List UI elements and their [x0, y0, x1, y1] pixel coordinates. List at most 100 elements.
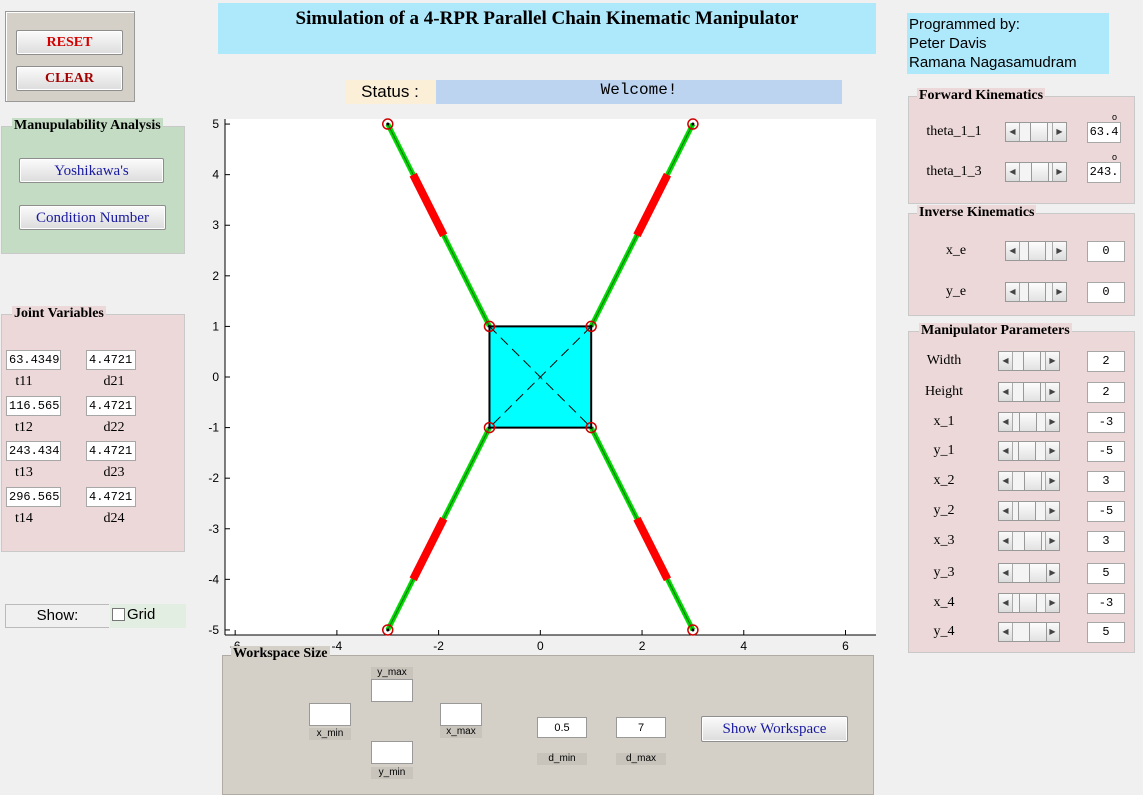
slider-track[interactable] — [1020, 163, 1052, 181]
joint-d-value[interactable]: 4.4721 — [86, 396, 136, 416]
slider-track[interactable] — [1013, 564, 1047, 582]
joint-d-value[interactable]: 4.4721 — [86, 441, 136, 461]
fk-theta-1-1-value[interactable]: 63.4 — [1087, 122, 1121, 143]
slider-thumb[interactable] — [1029, 623, 1047, 641]
slider-track[interactable] — [1020, 242, 1052, 260]
slider-left-arrow-icon[interactable]: ◀ — [1006, 283, 1020, 301]
slider-left-arrow-icon[interactable]: ◀ — [999, 594, 1013, 612]
param-x-1-slider[interactable]: ◀ ▶ — [998, 412, 1060, 432]
slider-thumb[interactable] — [1029, 123, 1048, 141]
slider-thumb[interactable] — [1031, 163, 1050, 181]
slider-left-arrow-icon[interactable]: ◀ — [1006, 163, 1020, 181]
slider-right-arrow-icon[interactable]: ▶ — [1045, 594, 1059, 612]
param-x-2-slider[interactable]: ◀ ▶ — [998, 471, 1060, 491]
slider-right-arrow-icon[interactable]: ▶ — [1045, 564, 1059, 582]
slider-thumb[interactable] — [1028, 283, 1046, 301]
slider-track[interactable] — [1013, 383, 1045, 401]
slider-right-arrow-icon[interactable]: ▶ — [1045, 532, 1059, 550]
slider-left-arrow-icon[interactable]: ◀ — [999, 623, 1013, 641]
slider-left-arrow-icon[interactable]: ◀ — [1006, 123, 1020, 141]
joint-theta-value[interactable]: 63.4349 — [6, 350, 61, 370]
param-height-value[interactable]: 2 — [1087, 382, 1125, 403]
slider-right-arrow-icon[interactable]: ▶ — [1045, 383, 1059, 401]
slider-thumb[interactable] — [1024, 532, 1043, 550]
slider-track[interactable] — [1013, 623, 1047, 641]
slider-track[interactable] — [1020, 123, 1052, 141]
param-y-2-value[interactable]: -5 — [1087, 501, 1125, 522]
slider-track[interactable] — [1020, 283, 1052, 301]
fk-theta-1-3-slider[interactable]: ◀ ▶ — [1005, 162, 1067, 182]
reset-button[interactable]: RESET — [16, 30, 123, 55]
show-workspace-button[interactable]: Show Workspace — [701, 716, 848, 742]
slider-right-arrow-icon[interactable]: ▶ — [1052, 163, 1066, 181]
d-max-input[interactable]: 7 — [616, 717, 666, 738]
slider-right-arrow-icon[interactable]: ▶ — [1045, 623, 1059, 641]
slider-track[interactable] — [1013, 413, 1045, 431]
slider-thumb[interactable] — [1029, 564, 1047, 582]
joint-theta-value[interactable]: 116.565 — [6, 396, 61, 416]
joint-theta-value[interactable]: 296.565 — [6, 487, 61, 507]
slider-left-arrow-icon[interactable]: ◀ — [999, 442, 1013, 460]
d-min-input[interactable]: 0.5 — [537, 717, 587, 738]
param-y-4-slider[interactable]: ◀ ▶ — [998, 622, 1060, 642]
param-y-2-slider[interactable]: ◀ ▶ — [998, 501, 1060, 521]
slider-thumb[interactable] — [1028, 242, 1046, 260]
joint-d-value[interactable]: 4.4721 — [86, 350, 136, 370]
param-y-4-value[interactable]: 5 — [1087, 622, 1125, 643]
joint-theta-value[interactable]: 243.434 — [6, 441, 61, 461]
slider-track[interactable] — [1013, 472, 1045, 490]
slider-thumb[interactable] — [1022, 383, 1041, 401]
param-y-3-slider[interactable]: ◀ ▶ — [998, 563, 1060, 583]
slider-left-arrow-icon[interactable]: ◀ — [999, 564, 1013, 582]
slider-thumb[interactable] — [1022, 352, 1041, 370]
yoshikawa-button[interactable]: Yoshikawa's — [19, 158, 164, 183]
slider-left-arrow-icon[interactable]: ◀ — [999, 472, 1013, 490]
y-max-input[interactable] — [371, 679, 413, 702]
condition-number-button[interactable]: Condition Number — [19, 205, 166, 230]
slider-right-arrow-icon[interactable]: ▶ — [1045, 472, 1059, 490]
slider-right-arrow-icon[interactable]: ▶ — [1052, 283, 1066, 301]
param-y-3-value[interactable]: 5 — [1087, 563, 1125, 584]
param-height-slider[interactable]: ◀ ▶ — [998, 382, 1060, 402]
ik-y-e-value[interactable]: 0 — [1087, 282, 1125, 303]
slider-left-arrow-icon[interactable]: ◀ — [999, 383, 1013, 401]
x-min-input[interactable] — [309, 703, 351, 726]
y-min-input[interactable] — [371, 741, 413, 764]
param-x-4-slider[interactable]: ◀ ▶ — [998, 593, 1060, 613]
clear-button[interactable]: CLEAR — [16, 66, 123, 91]
param-x-2-value[interactable]: 3 — [1087, 471, 1125, 492]
param-x-1-value[interactable]: -3 — [1087, 412, 1125, 433]
ik-y-e-slider[interactable]: ◀ ▶ — [1005, 282, 1067, 302]
slider-right-arrow-icon[interactable]: ▶ — [1045, 502, 1059, 520]
slider-track[interactable] — [1013, 352, 1045, 370]
fk-theta-1-3-value[interactable]: 243. — [1087, 162, 1121, 183]
slider-thumb[interactable] — [1017, 502, 1036, 520]
slider-track[interactable] — [1013, 532, 1045, 550]
slider-right-arrow-icon[interactable]: ▶ — [1052, 123, 1066, 141]
slider-left-arrow-icon[interactable]: ◀ — [999, 413, 1013, 431]
slider-thumb[interactable] — [1019, 594, 1038, 612]
slider-thumb[interactable] — [1019, 413, 1038, 431]
slider-right-arrow-icon[interactable]: ▶ — [1045, 442, 1059, 460]
slider-thumb[interactable] — [1024, 472, 1043, 490]
ik-x-e-slider[interactable]: ◀ ▶ — [1005, 241, 1067, 261]
slider-right-arrow-icon[interactable]: ▶ — [1052, 242, 1066, 260]
slider-left-arrow-icon[interactable]: ◀ — [999, 352, 1013, 370]
param-width-slider[interactable]: ◀ ▶ — [998, 351, 1060, 371]
slider-thumb[interactable] — [1017, 442, 1036, 460]
slider-right-arrow-icon[interactable]: ▶ — [1045, 413, 1059, 431]
param-y-1-slider[interactable]: ◀ ▶ — [998, 441, 1060, 461]
ik-x-e-value[interactable]: 0 — [1087, 241, 1125, 262]
slider-right-arrow-icon[interactable]: ▶ — [1045, 352, 1059, 370]
param-x-3-slider[interactable]: ◀ ▶ — [998, 531, 1060, 551]
slider-track[interactable] — [1013, 442, 1045, 460]
param-x-3-value[interactable]: 3 — [1087, 531, 1125, 552]
param-x-4-value[interactable]: -3 — [1087, 593, 1125, 614]
joint-d-value[interactable]: 4.4721 — [86, 487, 136, 507]
param-width-value[interactable]: 2 — [1087, 351, 1125, 372]
fk-theta-1-1-slider[interactable]: ◀ ▶ — [1005, 122, 1067, 142]
slider-track[interactable] — [1013, 594, 1045, 612]
param-y-1-value[interactable]: -5 — [1087, 441, 1125, 462]
slider-track[interactable] — [1013, 502, 1045, 520]
slider-left-arrow-icon[interactable]: ◀ — [999, 502, 1013, 520]
